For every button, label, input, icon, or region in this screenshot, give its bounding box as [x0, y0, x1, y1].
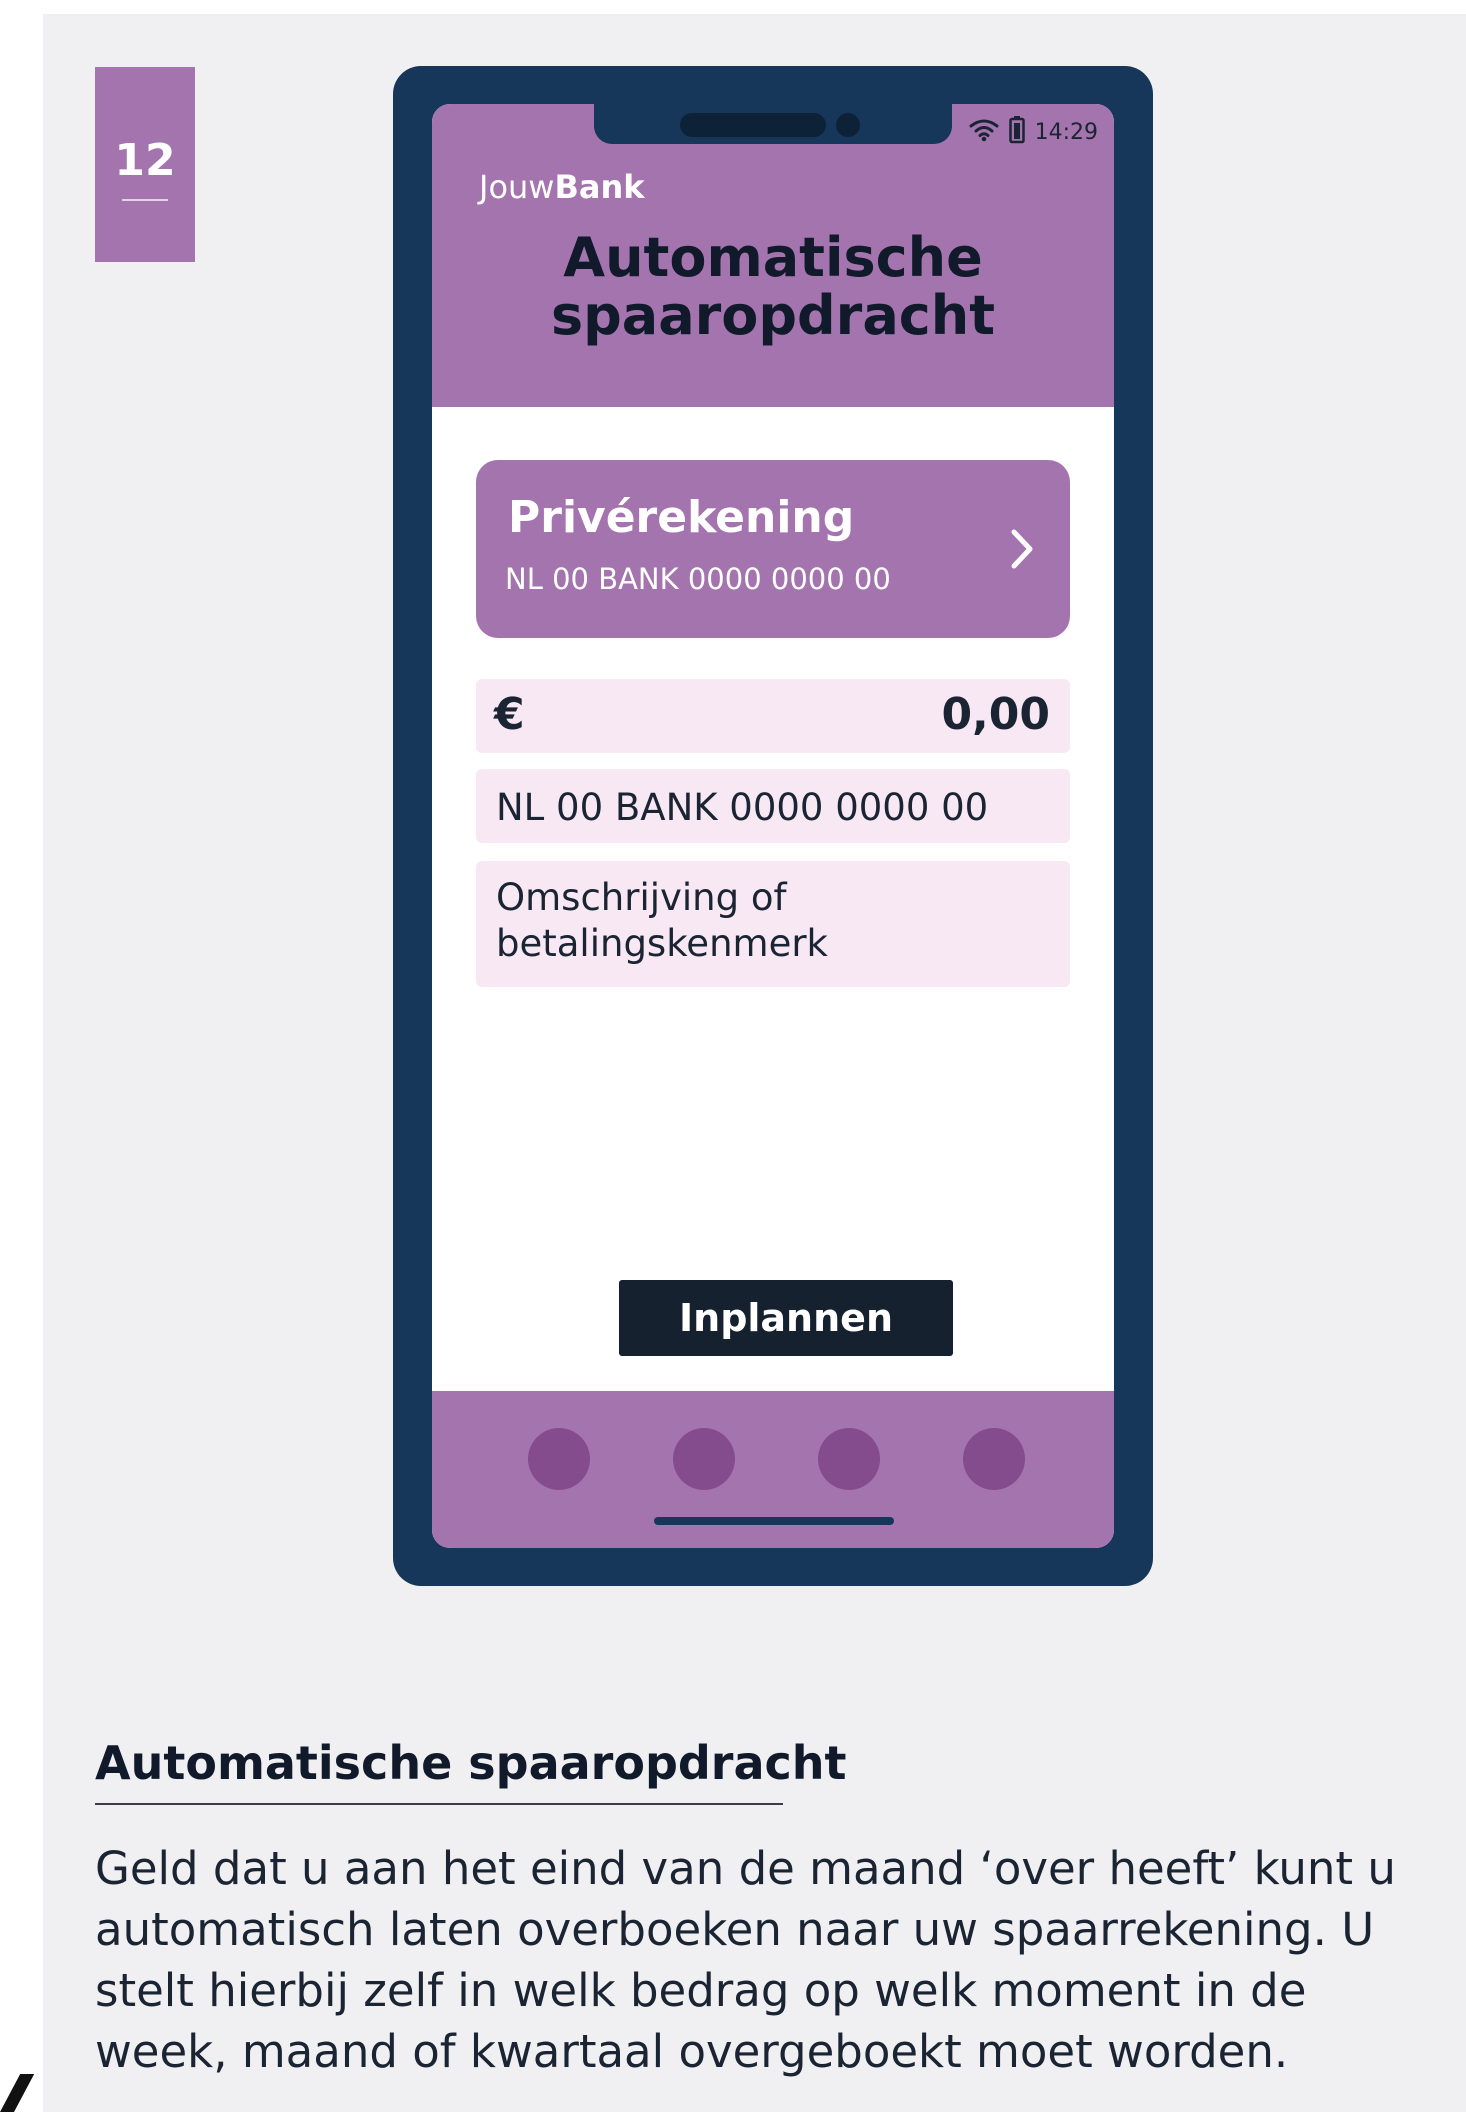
app-logo: JouwBank	[479, 168, 645, 206]
schedule-button[interactable]: Inplannen	[619, 1280, 953, 1356]
description-input[interactable]: Omschrijving of betalingskenmerk	[476, 861, 1070, 987]
amount-input[interactable]: € 0,00	[476, 679, 1070, 753]
bottom-nav	[432, 1391, 1114, 1548]
account-name: Privérekening	[508, 492, 855, 543]
to-account-input[interactable]: NL 00 BANK 0000 0000 00	[476, 769, 1070, 843]
page-number-badge: 12	[95, 67, 195, 262]
phone-mockup: 14:29 JouwBank Automatische spaaropdrach…	[393, 66, 1153, 1586]
screen-title: Automatische spaaropdracht	[550, 226, 996, 347]
account-selector[interactable]: Privérekening NL 00 BANK 0000 0000 00	[476, 460, 1070, 638]
wifi-icon	[969, 118, 999, 146]
nav-item-2[interactable]	[673, 1428, 735, 1490]
phone-screen: 14:29 JouwBank Automatische spaaropdrach…	[432, 104, 1114, 1548]
caption-divider	[95, 1803, 783, 1805]
status-time: 14:29	[1034, 119, 1098, 145]
currency-symbol: €	[494, 689, 525, 740]
speaker-grille	[680, 113, 826, 137]
account-iban: NL 00 BANK 0000 0000 00	[505, 562, 891, 596]
description-placeholder: Omschrijving of betalingskenmerk	[496, 876, 828, 965]
nav-item-3[interactable]	[818, 1428, 880, 1490]
nav-item-4[interactable]	[963, 1428, 1025, 1490]
caption-body: Geld dat u aan het eind van de maand ‘ov…	[95, 1842, 1396, 2078]
caption-title: Automatische spaaropdracht	[95, 1736, 847, 1790]
brand-bold: Bank	[554, 168, 645, 206]
page-number-rule	[122, 199, 168, 201]
app-header: 14:29 JouwBank Automatische spaaropdrach…	[432, 104, 1114, 407]
corner-mark	[0, 2074, 35, 2112]
front-camera	[836, 113, 860, 137]
chevron-right-icon	[1002, 522, 1042, 576]
page-number: 12	[114, 135, 176, 186]
amount-value: 0,00	[941, 689, 1050, 740]
nav-item-1[interactable]	[528, 1428, 590, 1490]
phone-notch	[594, 104, 952, 144]
battery-icon	[1008, 116, 1025, 148]
to-account-value: NL 00 BANK 0000 0000 00	[496, 786, 989, 829]
status-bar: 14:29	[969, 116, 1098, 148]
home-indicator[interactable]	[654, 1517, 894, 1525]
brand-prefix: Jouw	[479, 168, 555, 206]
